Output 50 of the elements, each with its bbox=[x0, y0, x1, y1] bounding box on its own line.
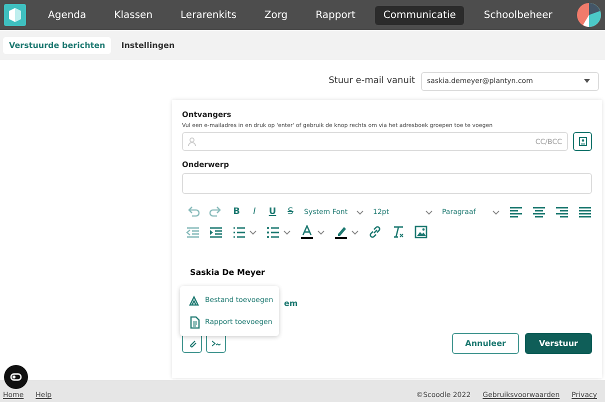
nav-tab[interactable]: Communicatie bbox=[375, 6, 464, 24]
caret-icon bbox=[492, 210, 500, 214]
subject-field[interactable] bbox=[182, 173, 592, 194]
nav-tab[interactable]: Schoolbeheer bbox=[476, 6, 560, 24]
numbered-list-icon[interactable] bbox=[232, 225, 246, 239]
indent-icon[interactable] bbox=[209, 225, 223, 239]
nav-tab[interactable]: Zorg bbox=[256, 6, 296, 24]
text-color-icon[interactable] bbox=[300, 225, 314, 239]
address-book-button[interactable] bbox=[573, 132, 592, 151]
body-text: em bbox=[284, 299, 299, 310]
accessibility-button[interactable] bbox=[4, 365, 28, 389]
address-book-icon bbox=[578, 137, 586, 146]
align-left-icon[interactable] bbox=[509, 205, 523, 219]
strike-button[interactable]: S bbox=[286, 207, 295, 217]
align-right-icon[interactable] bbox=[555, 205, 569, 219]
document-icon bbox=[188, 316, 200, 328]
nav-tab[interactable]: Lerarenkits bbox=[172, 6, 244, 24]
bullet-list-icon[interactable] bbox=[266, 225, 280, 239]
caret-icon bbox=[283, 230, 291, 234]
italic-button[interactable]: I bbox=[250, 207, 259, 217]
nav-tab[interactable]: Klassen bbox=[106, 6, 161, 24]
caret-icon bbox=[317, 230, 325, 234]
caret-icon bbox=[356, 210, 364, 214]
dropdown-caret-icon bbox=[584, 79, 590, 83]
signature-icon bbox=[212, 340, 220, 346]
upload-icon bbox=[188, 294, 200, 306]
sub-tab[interactable]: Verstuurde berichten bbox=[3, 36, 112, 54]
bold-button[interactable]: B bbox=[232, 207, 241, 217]
person-icon bbox=[188, 137, 196, 146]
toggle-icon bbox=[10, 373, 22, 381]
signature-name: Saskia De Meyer bbox=[190, 268, 266, 277]
cancel-button[interactable]: Annuleer bbox=[452, 332, 519, 354]
align-justify-icon[interactable] bbox=[578, 205, 592, 219]
caret-icon bbox=[249, 230, 257, 234]
sub-tab[interactable]: Instellingen bbox=[115, 36, 181, 54]
nav-tab[interactable]: Rapport bbox=[308, 6, 364, 24]
caret-icon bbox=[425, 210, 433, 214]
paperclip-icon bbox=[188, 338, 196, 348]
image-icon[interactable] bbox=[414, 225, 428, 239]
align-center-icon[interactable] bbox=[532, 205, 546, 219]
logo-icon bbox=[4, 4, 26, 26]
nav-tab[interactable]: Agenda bbox=[40, 6, 94, 24]
underline-button[interactable]: U bbox=[268, 207, 277, 217]
link-icon[interactable] bbox=[368, 225, 382, 239]
highlighter-icon[interactable] bbox=[334, 225, 348, 239]
caret-icon bbox=[351, 230, 359, 234]
clear-format-icon[interactable] bbox=[391, 225, 405, 239]
avatar-icon bbox=[577, 3, 601, 27]
send-button[interactable]: Verstuur bbox=[524, 332, 592, 354]
sender-label: Stuur e-mail vanuit bbox=[328, 76, 415, 86]
